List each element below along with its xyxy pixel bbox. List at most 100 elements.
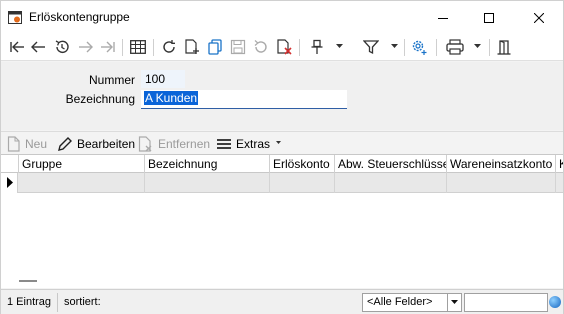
bezeichnung-label: Bezeichnung — [65, 92, 135, 106]
dropdown-arrow-icon — [276, 141, 282, 144]
cell-steuerschluessel[interactable] — [335, 173, 447, 193]
menu-icon — [217, 139, 231, 149]
cell-wareneinsatzkonto[interactable] — [447, 173, 556, 193]
new-record-button[interactable] — [182, 37, 202, 57]
exit-button[interactable] — [494, 37, 514, 57]
history-button[interactable] — [52, 37, 72, 57]
toolbar-separator — [299, 39, 300, 56]
settings-icon — [412, 40, 427, 55]
filter-icon — [363, 40, 379, 55]
dropdown-arrow-icon — [336, 44, 343, 48]
toolbar-separator — [436, 39, 437, 56]
print-icon — [446, 39, 464, 55]
toolbar-separator — [489, 39, 490, 56]
undo-icon — [254, 40, 267, 53]
exit-icon — [497, 40, 511, 55]
globe-icon[interactable] — [549, 296, 561, 308]
chevron-down-icon — [450, 300, 458, 304]
first-record-button[interactable] — [7, 37, 27, 57]
print-button[interactable] — [444, 37, 484, 57]
copy-icon — [208, 39, 222, 55]
entfernen-label: Entfernen — [158, 137, 211, 151]
table-icon — [130, 40, 146, 54]
grid-header: Gruppe Bezeichnung Erlöskonto Abw. Steue… — [1, 155, 563, 173]
refresh-button[interactable] — [159, 37, 179, 57]
maximize-button[interactable] — [466, 1, 512, 34]
minimize-button[interactable] — [420, 1, 466, 34]
nummer-field[interactable]: 100 — [141, 70, 185, 88]
filter-button[interactable] — [361, 37, 401, 57]
save-icon — [230, 39, 246, 55]
toolbar-separator — [404, 39, 405, 56]
minimize-icon — [438, 17, 448, 19]
extras-label: Extras — [236, 137, 271, 151]
delete-icon — [138, 136, 152, 152]
grid-toolbar: Neu Bearbeiten Entfernen Extras — [1, 131, 563, 154]
detail-form: Nummer 100 Bezeichnung A Kunden — [1, 62, 563, 130]
delete-record-button[interactable] — [274, 37, 294, 57]
bezeichnung-selected-text: A Kunden — [144, 91, 199, 105]
table-view-button[interactable] — [128, 37, 148, 57]
save-button[interactable] — [228, 37, 248, 57]
maximize-icon — [484, 12, 494, 23]
copy-record-button[interactable] — [205, 37, 225, 57]
close-button[interactable] — [516, 1, 562, 34]
new-doc-icon — [7, 136, 20, 152]
cell-bezeichnung[interactable] — [145, 173, 270, 193]
pin-button[interactable] — [307, 37, 347, 57]
status-bar: 1 Eintrag sortiert: <Alle Felder> — [1, 289, 563, 314]
settings-button[interactable] — [409, 37, 429, 57]
neu-button[interactable]: Neu — [7, 135, 47, 153]
next-record-button[interactable] — [76, 37, 96, 57]
field-filter-dropdown-button[interactable] — [447, 294, 461, 311]
field-filter-value: <Alle Felder> — [367, 296, 433, 308]
new-doc-icon — [185, 39, 199, 54]
nummer-label: Nummer — [88, 73, 135, 87]
row-indicator — [1, 173, 18, 193]
bearbeiten-label: Bearbeiten — [77, 137, 136, 151]
history-icon — [55, 40, 69, 53]
cell-erloeskonto[interactable] — [270, 173, 335, 193]
column-header-k[interactable]: K — [556, 155, 563, 173]
undo-button[interactable] — [251, 37, 271, 57]
window-title: Erlöskontengruppe — [29, 10, 130, 24]
current-row-arrow-icon — [7, 177, 13, 188]
horizontal-scrollbar-thumb[interactable] — [19, 280, 37, 282]
data-grid: Gruppe Bezeichnung Erlöskonto Abw. Steue… — [1, 154, 563, 288]
record-count: 1 Eintrag — [7, 296, 52, 308]
bezeichnung-field[interactable]: A Kunden — [141, 90, 347, 109]
app-icon — [8, 11, 22, 24]
main-toolbar — [1, 34, 563, 61]
field-filter-select[interactable]: <Alle Felder> — [362, 293, 462, 312]
search-input[interactable] — [464, 293, 548, 312]
forward-icon — [79, 41, 93, 53]
extras-menu-button[interactable]: Extras — [217, 135, 288, 153]
column-header-steuerschluessel[interactable]: Abw. Steuerschlüssel — [335, 155, 447, 173]
delete-icon — [277, 39, 292, 55]
close-icon — [534, 12, 544, 23]
cell-gruppe[interactable] — [19, 173, 145, 193]
back-icon — [31, 41, 45, 53]
edit-pencil-icon — [58, 137, 72, 151]
title-bar: Erlöskontengruppe — [1, 1, 563, 34]
refresh-icon — [163, 40, 175, 53]
column-header-bezeichnung[interactable]: Bezeichnung — [145, 155, 270, 173]
table-row[interactable] — [1, 173, 563, 193]
entfernen-button[interactable]: Entfernen — [138, 135, 210, 153]
column-header-wareneinsatzkonto[interactable]: Wareneinsatzkonto — [447, 155, 556, 173]
previous-record-button[interactable] — [28, 37, 48, 57]
toolbar-separator — [153, 39, 154, 56]
sort-label: sortiert: — [64, 296, 101, 308]
last-record-button[interactable] — [98, 37, 118, 57]
dropdown-arrow-icon — [391, 44, 398, 48]
last-icon — [101, 41, 115, 53]
row-header-corner — [1, 155, 19, 173]
status-separator — [57, 293, 58, 312]
column-header-erloeskonto[interactable]: Erlöskonto — [270, 155, 335, 173]
column-header-gruppe[interactable]: Gruppe — [19, 155, 145, 173]
window: Erlöskontengruppe Nummer 100 Bezeichnung… — [0, 0, 564, 314]
pin-icon — [311, 39, 323, 54]
neu-label: Neu — [25, 137, 48, 151]
bearbeiten-button[interactable]: Bearbeiten — [57, 135, 135, 153]
dropdown-arrow-icon — [474, 44, 481, 48]
